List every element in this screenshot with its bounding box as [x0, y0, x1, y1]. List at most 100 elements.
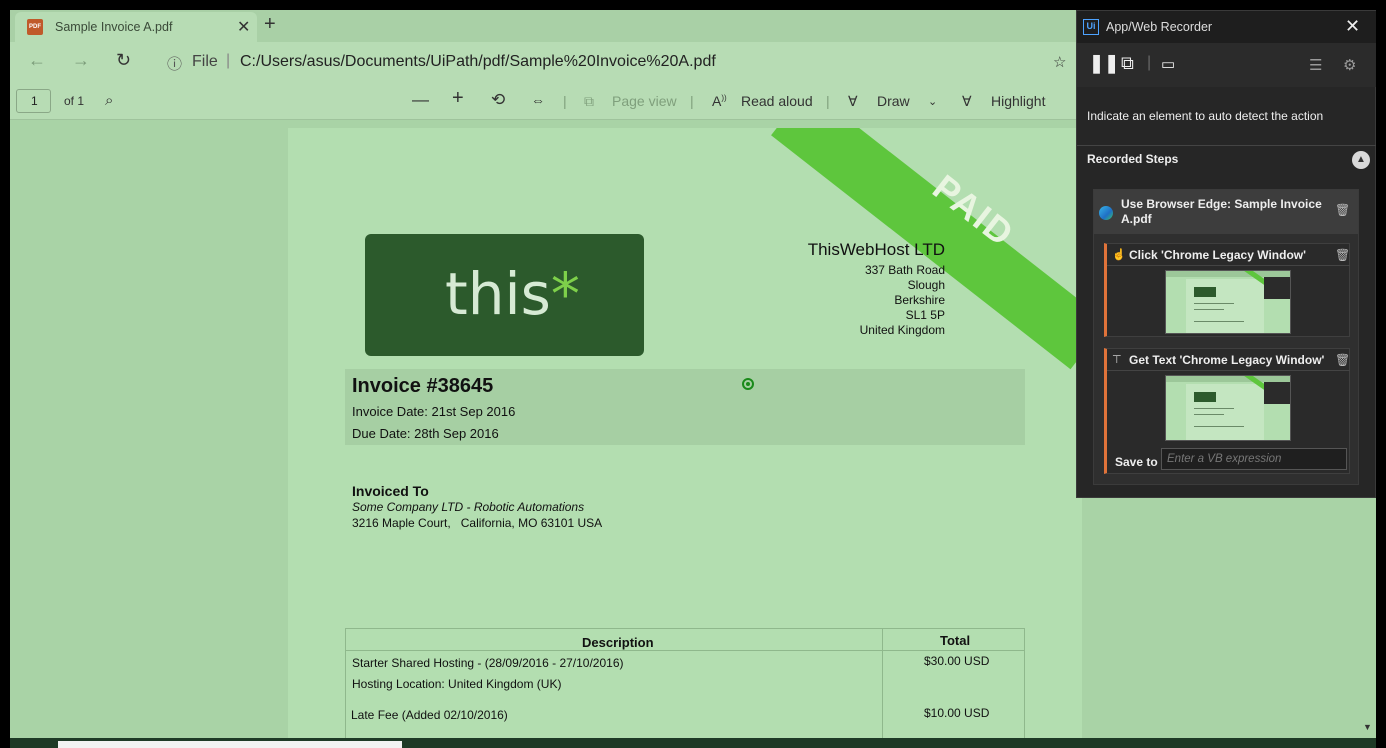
uipath-logo-icon: Ui	[1083, 19, 1099, 35]
invoiced-to-address: 3216 Maple Court, California, MO 63101 U…	[352, 516, 603, 530]
click-step[interactable]: ☝ Click 'Chrome Legacy Window' 🗑	[1104, 243, 1350, 337]
get-text-step-screenshot-thumbnail[interactable]	[1165, 375, 1291, 441]
toolbar-divider: |	[826, 93, 830, 109]
company-address-line: Slough	[907, 278, 945, 292]
get-text-step-title: Get Text 'Chrome Legacy Window'	[1129, 353, 1325, 367]
record-window-icon[interactable]: ⧉	[1121, 53, 1134, 74]
invoiced-to-heading: Invoiced To	[352, 483, 429, 499]
highlight-icon[interactable]: ∀	[962, 93, 972, 110]
draw-chevron-down-icon[interactable]: ⌄	[928, 95, 937, 108]
page-number-input[interactable]: 1	[16, 89, 51, 113]
company-logo: this*	[365, 234, 644, 356]
logo-text: this*	[445, 260, 580, 328]
click-action-icon: ☝	[1112, 249, 1126, 261]
reload-icon[interactable]: ↻	[116, 50, 131, 71]
target-crosshair-icon	[742, 378, 754, 390]
file-scheme-label: File	[192, 53, 218, 70]
line-item-description: Hosting Location: United Kingdom (UK)	[352, 677, 562, 691]
get-text-step[interactable]: ⊤ Get Text 'Chrome Legacy Window' 🗑 Save…	[1104, 348, 1350, 474]
recorder-title: App/Web Recorder	[1106, 20, 1213, 34]
company-address-line: United Kingdom	[859, 323, 945, 337]
url-field[interactable]: ⓘ File | C:/Users/asus/Documents/UiPath/…	[155, 47, 1075, 77]
new-tab-icon[interactable]: +	[264, 13, 276, 36]
use-browser-step[interactable]: Use Browser Edge: Sample Invoice A.pdf 🗑…	[1093, 189, 1359, 485]
pause-icon[interactable]: ❚❚	[1089, 53, 1119, 74]
invoice-date: Invoice Date: 21st Sep 2016	[352, 404, 516, 419]
invoice-number[interactable]: Invoice #38645	[352, 375, 493, 398]
pdf-file-icon: PDF	[27, 19, 43, 35]
step-divider	[1107, 370, 1350, 371]
highlight-button[interactable]: Highlight	[991, 93, 1045, 109]
click-step-screenshot-thumbnail[interactable]	[1165, 270, 1291, 334]
step-divider	[1107, 265, 1350, 266]
tab-sample-invoice[interactable]: PDF Sample Invoice A.pdf ✕	[15, 12, 257, 42]
logo-star: *	[550, 260, 580, 328]
page-count: of 1	[64, 94, 85, 108]
draw-icon[interactable]: ∀	[848, 93, 858, 110]
draw-button[interactable]: Draw	[877, 93, 910, 109]
company-address-line: SL1 5P	[905, 308, 945, 322]
line-item-description: Late Fee (Added 02/10/2016)	[351, 708, 508, 722]
url-text[interactable]: C:/Users/asus/Documents/UiPath/pdf/Sampl…	[240, 53, 716, 71]
read-aloud-button[interactable]: Read aloud	[741, 93, 813, 109]
read-aloud-icon[interactable]: A))	[712, 93, 727, 109]
find-search-icon[interactable]: ⌕	[105, 92, 113, 109]
info-icon[interactable]: ⓘ	[167, 53, 182, 74]
forward-icon[interactable]: →	[72, 50, 90, 71]
column-header-total: Total	[940, 633, 971, 648]
invoice-header-box: Invoice #38645 Invoice Date: 21st Sep 20…	[345, 369, 1025, 445]
save-to-input[interactable]: Enter a VB expression	[1161, 448, 1347, 470]
settings-gear-icon[interactable]: ⚙	[1343, 56, 1356, 74]
scroll-down-arrow-icon[interactable]: ▼	[1363, 722, 1372, 732]
collapse-chevron-up-icon[interactable]: ▲	[1352, 151, 1370, 169]
use-browser-step-header: Use Browser Edge: Sample Invoice A.pdf 🗑	[1094, 190, 1358, 234]
invoiced-to-block: Invoiced To Some Company LTD - Robotic A…	[352, 483, 602, 531]
company-address-line: 337 Bath Road	[864, 263, 945, 277]
click-step-title: Click 'Chrome Legacy Window'	[1129, 248, 1306, 262]
invoiced-to-company: Some Company LTD - Robotic Automations	[352, 500, 585, 514]
recorder-toolbar: ❚❚ ⧉ | ▭ ☰ ⚙	[1077, 43, 1376, 87]
table-column-divider	[882, 629, 883, 748]
page-view-button: Page view	[612, 93, 677, 109]
get-text-action-icon: ⊤	[1112, 354, 1122, 366]
pdf-page: PAID this* ThisWebHost LTD 337 Bath Road…	[288, 128, 1082, 748]
column-header-description: Description	[582, 635, 654, 650]
rotate-icon[interactable]: ⟲	[491, 90, 505, 110]
delete-step-trash-icon[interactable]: 🗑	[1335, 203, 1350, 217]
close-icon[interactable]: ✕	[1345, 16, 1360, 37]
line-item-total: $10.00 USD	[924, 706, 990, 720]
toolbar-divider: |	[563, 93, 567, 109]
recorder-hint: Indicate an element to auto detect the a…	[1087, 109, 1324, 123]
logo-word: this	[445, 260, 551, 328]
delete-step-trash-icon[interactable]: 🗑	[1335, 248, 1350, 262]
line-item-description: Starter Shared Hosting - (28/09/2016 - 2…	[352, 656, 624, 670]
due-date: Due Date: 28th Sep 2016	[352, 426, 499, 441]
recorder-title-bar: Ui App/Web Recorder ✕	[1077, 11, 1376, 43]
taskbar-search-box[interactable]	[58, 741, 402, 748]
url-separator: |	[226, 52, 231, 69]
edge-browser-icon	[1099, 206, 1113, 220]
company-address-line: Berkshire	[894, 293, 945, 307]
company-name: ThisWebHost LTD	[807, 240, 945, 259]
tab-title: Sample Invoice A.pdf	[55, 20, 173, 34]
table-divider	[346, 650, 1024, 651]
toolbar-divider: |	[1147, 54, 1152, 71]
app-web-recorder-panel: Ui App/Web Recorder ✕ ❚❚ ⧉ | ▭ ☰ ⚙ Indic…	[1076, 10, 1376, 498]
line-item-total: $30.00 USD	[924, 654, 990, 668]
back-icon[interactable]: ←	[28, 50, 46, 71]
recorded-steps-heading: Recorded Steps	[1087, 152, 1179, 166]
delete-step-trash-icon[interactable]: 🗑	[1335, 353, 1350, 367]
zoom-in-icon[interactable]: +	[452, 87, 464, 110]
tab-close-icon[interactable]: ✕	[237, 17, 250, 37]
page-view-icon: ⧉	[584, 93, 594, 109]
screen-icon[interactable]: ▭	[1161, 55, 1175, 73]
toolbar-divider: |	[690, 93, 694, 109]
recorder-divider	[1077, 145, 1376, 146]
add-favorite-icon[interactable]: ☆	[1053, 53, 1066, 71]
fit-to-width-icon[interactable]: ⇔	[531, 92, 545, 108]
use-browser-step-title: Use Browser Edge: Sample Invoice A.pdf	[1121, 197, 1322, 226]
browser-window: PDF Sample Invoice A.pdf ✕ + ← → ↻ ⓘ Fil…	[10, 10, 1376, 748]
step-list-icon[interactable]: ☰	[1309, 56, 1322, 74]
company-address: ThisWebHost LTD 337 Bath Road Slough Ber…	[808, 240, 945, 338]
zoom-out-icon[interactable]: —	[412, 90, 429, 110]
